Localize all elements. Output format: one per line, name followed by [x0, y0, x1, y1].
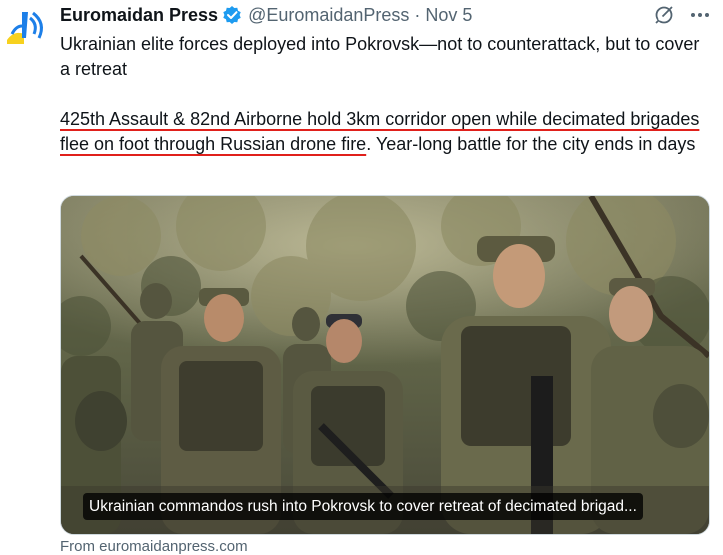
grok-icon[interactable]	[653, 4, 675, 31]
tweet-media-image[interactable]: Ukrainian commandos rush into Pokrovsk t…	[60, 195, 710, 535]
more-icon[interactable]	[689, 4, 711, 31]
tweet-date[interactable]: Nov 5	[425, 5, 472, 26]
author-name[interactable]: Euromaidan Press	[60, 5, 218, 26]
tweet-paragraph-2: 425th Assault & 82nd Airborne hold 3km c…	[60, 107, 710, 157]
link-source[interactable]: From euromaidanpress.com	[60, 538, 248, 555]
tweet-paragraph-1: Ukrainian elite forces deployed into Pok…	[60, 34, 700, 79]
media-caption: Ukrainian commandos rush into Pokrovsk t…	[83, 493, 643, 520]
separator-dot: ·	[414, 4, 421, 25]
tweet-text: Ukrainian elite forces deployed into Pok…	[60, 32, 710, 157]
soldiers-photo	[61, 196, 709, 534]
avatar[interactable]	[4, 4, 48, 48]
euromaidan-logo-icon	[7, 11, 43, 44]
verified-badge-icon	[222, 5, 242, 25]
tweet-header: Euromaidan Press @EuromaidanPress · Nov …	[60, 3, 713, 27]
header-actions	[653, 4, 711, 31]
paragraph-2-rest: . Year-long battle for the city ends in …	[366, 134, 696, 154]
author-handle[interactable]: @EuromaidanPress	[248, 5, 409, 26]
